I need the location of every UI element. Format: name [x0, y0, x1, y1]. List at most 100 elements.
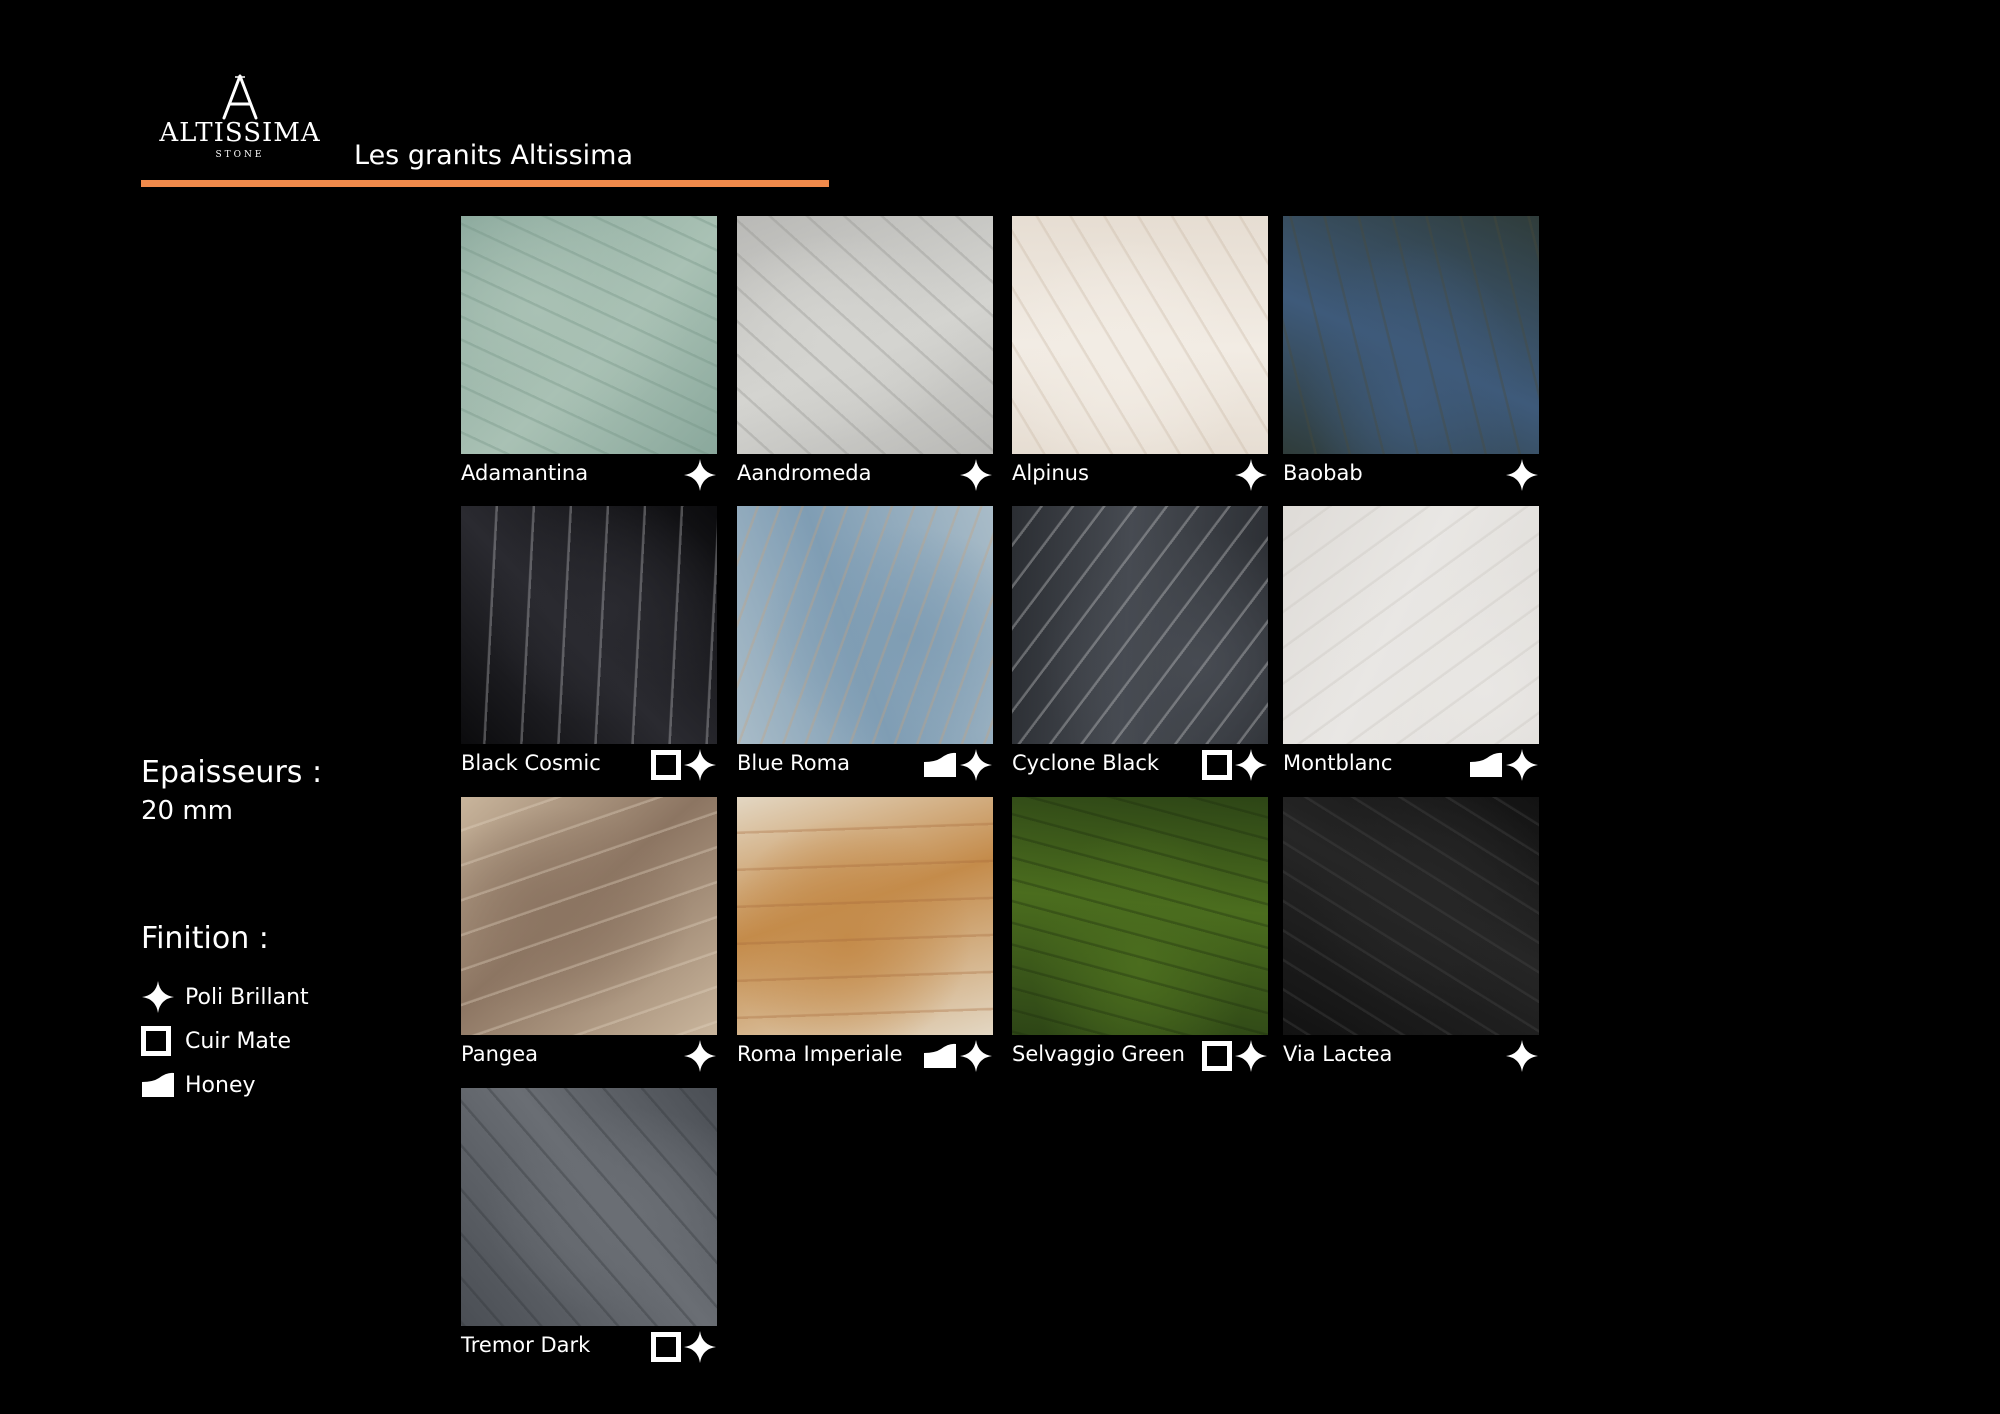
sparkle-icon: [683, 458, 717, 492]
legend-item: Honey: [141, 1063, 309, 1107]
stone-swatch-image: [1012, 506, 1268, 744]
stone-swatch-image: [737, 797, 993, 1035]
sparkle-icon: [683, 748, 717, 782]
stone-caption: Baobab: [1283, 454, 1539, 491]
finish-block: Finition :: [141, 921, 269, 956]
finish-icons: [1234, 458, 1268, 492]
finish-icons: [1469, 748, 1539, 782]
stone-tile: Black Cosmic: [461, 506, 717, 781]
legend-label: Cuir Mate: [185, 1028, 292, 1054]
stone-caption: Via Lactea: [1283, 1035, 1539, 1072]
stone-tile: Montblanc: [1283, 506, 1539, 781]
honey-icon: [923, 752, 957, 778]
stone-tile: Blue Roma: [737, 506, 993, 781]
thickness-block: Epaisseurs : 20 mm: [141, 755, 322, 826]
sparkle-icon: [959, 748, 993, 782]
stone-name: Cyclone Black: [1012, 751, 1160, 775]
thickness-value: 20 mm: [141, 796, 234, 826]
sparkle-icon: [1234, 748, 1268, 782]
stone-caption: Alpinus: [1012, 454, 1268, 491]
stone-tile: Aandromeda: [737, 216, 993, 491]
stone-swatch-image: [461, 216, 717, 454]
stone-name: Baobab: [1283, 461, 1363, 485]
brand-sub: STONE: [215, 150, 265, 160]
sparkle-icon: [1505, 748, 1539, 782]
stone-swatch-image: [461, 797, 717, 1035]
honey-icon: [923, 1043, 957, 1069]
stone-tile: Selvaggio Green: [1012, 797, 1268, 1072]
square-icon: [1202, 750, 1232, 780]
stone-swatch-image: [1283, 506, 1539, 744]
honey-icon: [1469, 752, 1503, 778]
page-title: Les granits Altissima: [354, 140, 634, 171]
square-icon: [141, 1026, 175, 1056]
brand-name: ALTISSIMA: [159, 118, 321, 148]
stone-name: Black Cosmic: [461, 751, 601, 775]
stone-swatch-image: [737, 216, 993, 454]
stone-tile: Baobab: [1283, 216, 1539, 491]
title-underline: [141, 180, 829, 187]
stone-tile: Roma Imperiale: [737, 797, 993, 1072]
finish-icons: [1505, 458, 1539, 492]
stone-name: Pangea: [461, 1042, 539, 1066]
sparkle-icon: [959, 458, 993, 492]
legend-label: Poli Brillant: [185, 984, 309, 1010]
stone-swatch-image: [737, 506, 993, 744]
stone-name: Alpinus: [1012, 461, 1089, 485]
sparkle-icon: [141, 980, 175, 1014]
finish-icons: [1202, 1039, 1268, 1073]
stone-tile: Tremor Dark: [461, 1088, 717, 1363]
stone-caption: Aandromeda: [737, 454, 993, 491]
logo-a-mark-icon: [222, 74, 258, 120]
square-icon: [651, 1332, 681, 1362]
square-icon: [651, 750, 681, 780]
stone-name: Tremor Dark: [461, 1333, 591, 1357]
stone-swatch-image: [1012, 797, 1268, 1035]
stone-swatch-image: [1012, 216, 1268, 454]
sparkle-icon: [1234, 1039, 1268, 1073]
finish-icons: [959, 458, 993, 492]
stone-name: Roma Imperiale: [737, 1042, 903, 1066]
legend-item: Cuir Mate: [141, 1019, 309, 1063]
sparkle-icon: [683, 1330, 717, 1364]
finish-icons: [1202, 748, 1268, 782]
stone-tile: Alpinus: [1012, 216, 1268, 491]
stone-tile: Cyclone Black: [1012, 506, 1268, 781]
stone-caption: Pangea: [461, 1035, 717, 1072]
stone-caption: Montblanc: [1283, 744, 1539, 781]
stone-name: Selvaggio Green: [1012, 1042, 1185, 1066]
sparkle-icon: [1505, 458, 1539, 492]
finish-legend: Poli Brillant Cuir Mate Honey: [141, 975, 309, 1107]
stone-tile: Adamantina: [461, 216, 717, 491]
stone-caption: Adamantina: [461, 454, 717, 491]
finish-icons: [923, 748, 993, 782]
stone-caption: Roma Imperiale: [737, 1035, 993, 1072]
stone-name: Montblanc: [1283, 751, 1393, 775]
finish-icons: [1505, 1039, 1539, 1073]
sparkle-icon: [1234, 458, 1268, 492]
sparkle-icon: [1505, 1039, 1539, 1073]
square-icon: [1202, 1041, 1232, 1071]
finish-icons: [683, 458, 717, 492]
stone-caption: Selvaggio Green: [1012, 1035, 1268, 1072]
stone-name: Adamantina: [461, 461, 589, 485]
stone-swatch-image: [1283, 797, 1539, 1035]
honey-icon: [141, 1072, 175, 1098]
stone-name: Aandromeda: [737, 461, 872, 485]
stone-caption: Tremor Dark: [461, 1326, 717, 1363]
stone-name: Via Lactea: [1283, 1042, 1393, 1066]
stone-swatch-image: [1283, 216, 1539, 454]
stone-swatch-image: [461, 506, 717, 744]
stone-name: Blue Roma: [737, 751, 850, 775]
brand-logo: ALTISSIMA STONE: [155, 74, 325, 160]
thickness-heading: Epaisseurs :: [141, 755, 323, 790]
legend-item: Poli Brillant: [141, 975, 309, 1019]
stone-caption: Black Cosmic: [461, 744, 717, 781]
stone-tile: Via Lactea: [1283, 797, 1539, 1072]
legend-label: Honey: [185, 1072, 256, 1098]
finish-icons: [923, 1039, 993, 1073]
finish-icons: [683, 1039, 717, 1073]
finish-icons: [651, 1330, 717, 1364]
finish-icons: [651, 748, 717, 782]
stone-caption: Blue Roma: [737, 744, 993, 781]
